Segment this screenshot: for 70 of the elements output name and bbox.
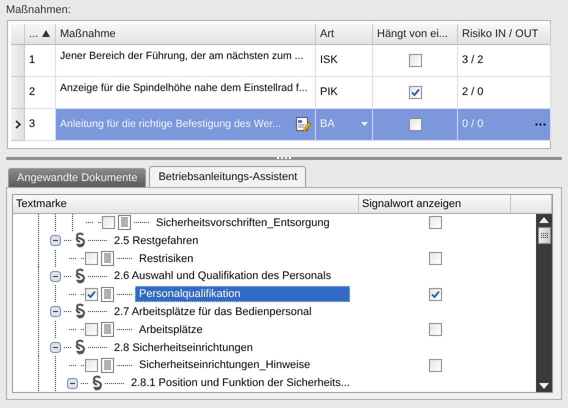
- checkbox[interactable]: [408, 118, 422, 131]
- checkbox[interactable]: [102, 216, 115, 230]
- checkbox[interactable]: [428, 216, 442, 230]
- scroll-up-icon[interactable]: [539, 217, 549, 224]
- collapse-toggle[interactable]: [67, 378, 78, 389]
- document-icon: [101, 251, 114, 266]
- section-label[interactable]: 2.5 Restgefahren: [110, 232, 202, 249]
- bookmark-label[interactable]: Restrisiken: [135, 250, 198, 267]
- column-header[interactable]: Textmarke: [13, 195, 359, 214]
- section-label[interactable]: 2.8 Sicherheitseinrichtungen: [110, 340, 257, 356]
- column-header[interactable]: ...: [25, 24, 56, 45]
- measure-text: Jener Bereich der Führung, der am nächsten zum ...: [60, 50, 304, 62]
- row-header[interactable]: [11, 108, 25, 141]
- table-cell: 2: [25, 76, 56, 109]
- bookmark-label[interactable]: Personalqualifikation: [135, 286, 350, 302]
- paragraph-icon: [74, 268, 86, 285]
- section-label[interactable]: 2.7 Arbeitsplätze für das Bedienpersonal: [110, 304, 316, 320]
- collapse-toggle[interactable]: [50, 306, 61, 318]
- risk-text: 2 / 0: [462, 86, 484, 98]
- paragraph-icon: [91, 374, 103, 392]
- column-header[interactable]: Signalwort anzeigen: [359, 195, 511, 214]
- checkbox[interactable]: [408, 54, 422, 67]
- risk-text: 3 / 2: [462, 54, 484, 66]
- checkbox[interactable]: [428, 288, 442, 301]
- checkbox[interactable]: [85, 252, 98, 266]
- corner-header: [11, 24, 25, 45]
- section-label[interactable]: 2.8.1 Position und Funktion der Sicherheits...: [127, 375, 354, 392]
- paragraph-icon: [74, 339, 86, 356]
- column-header[interactable]: Maßnahme: [56, 24, 316, 45]
- scroll-thumb[interactable]: [538, 227, 550, 244]
- checkbox[interactable]: [85, 288, 98, 301]
- scrollbar[interactable]: [536, 214, 552, 392]
- document-icon: [101, 322, 114, 338]
- splitter[interactable]: [6, 156, 562, 160]
- section-label[interactable]: 2.6 Auswahl und Qualifikation des Personals: [110, 268, 336, 284]
- checkbox[interactable]: [428, 323, 442, 336]
- ellipsis-icon[interactable]: [535, 122, 546, 126]
- tab[interactable]: Betriebsanleitungs-Assistent: [149, 166, 306, 188]
- checkbox[interactable]: [428, 252, 442, 266]
- bookmark-label[interactable]: Arbeitsplätze: [135, 322, 207, 338]
- scroll-down-icon[interactable]: [539, 383, 549, 389]
- measure-text: Anleitung für die richtige Befestigung des Wer...: [60, 118, 282, 130]
- document-icon: [101, 286, 114, 302]
- checkbox[interactable]: [85, 358, 98, 372]
- column-header[interactable]: Art: [316, 24, 373, 45]
- edit-icon[interactable]: [296, 116, 311, 132]
- checkbox[interactable]: [408, 86, 422, 99]
- table-cell: 1: [25, 44, 56, 77]
- checkbox[interactable]: [428, 358, 442, 372]
- checkbox[interactable]: [85, 323, 98, 336]
- paragraph-icon: [74, 303, 86, 320]
- collapse-toggle[interactable]: [50, 342, 61, 353]
- bookmark-label[interactable]: Sicherheitseinrichtungen_Hinweise: [135, 357, 314, 374]
- bookmark-label[interactable]: Sicherheitsvorschriften_Entsorgung: [152, 214, 334, 231]
- tab[interactable]: Angewandte Dokumente: [8, 168, 146, 188]
- table-cell: 3: [25, 108, 56, 141]
- collapse-toggle[interactable]: [50, 270, 61, 282]
- measure-text: Anzeige für die Spindelhöhe nahe dem Einstellrad f...: [60, 82, 308, 94]
- document-icon: [101, 358, 114, 373]
- document-icon: [118, 215, 131, 230]
- collapse-toggle[interactable]: [50, 235, 61, 246]
- type-text: ISK: [320, 54, 338, 66]
- column-header[interactable]: Risiko IN / OUT: [458, 24, 551, 45]
- row-pointer-icon: [14, 120, 20, 129]
- risk-text: 0 / 0: [462, 118, 484, 130]
- section-label: Maßnahmen:: [6, 3, 71, 18]
- type-text: BA: [320, 118, 335, 130]
- paragraph-icon: [74, 232, 86, 250]
- column-header[interactable]: Hängt von ei...: [373, 24, 458, 45]
- type-text: PIK: [320, 86, 338, 98]
